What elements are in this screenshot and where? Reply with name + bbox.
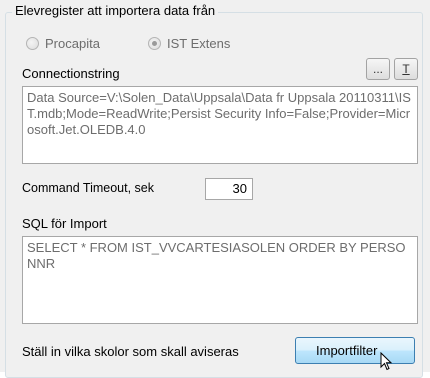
browse-button[interactable]: ... — [366, 58, 390, 80]
timeout-field[interactable]: 30 — [205, 178, 253, 200]
radio-ist-extens[interactable]: IST Extens — [148, 36, 230, 51]
radio-procapita[interactable]: Procapita — [26, 36, 100, 51]
schools-label: Ställ in vilka skolor som skall aviseras — [22, 344, 239, 359]
sql-field[interactable]: SELECT * FROM IST_VVCARTESIASOLEN ORDER … — [22, 236, 418, 324]
import-filter-button[interactable]: Importfilter — [295, 337, 415, 364]
connection-string-field[interactable]: Data Source=V:\Solen_Data\Uppsala\Data f… — [22, 86, 418, 164]
group-title: Elevregister att importera data från — [12, 3, 219, 18]
test-connection-button[interactable]: T — [394, 58, 418, 80]
sql-label: SQL för Import — [22, 216, 107, 231]
radio-circle-icon — [26, 37, 39, 50]
radio-ist-extens-label: IST Extens — [167, 36, 231, 51]
mouse-cursor-icon — [380, 352, 393, 371]
timeout-label: Command Timeout, sek — [22, 181, 154, 195]
radio-checked-icon — [148, 37, 161, 50]
radio-procapita-label: Procapita — [45, 36, 100, 51]
connection-label: Connectionstring — [22, 66, 120, 81]
